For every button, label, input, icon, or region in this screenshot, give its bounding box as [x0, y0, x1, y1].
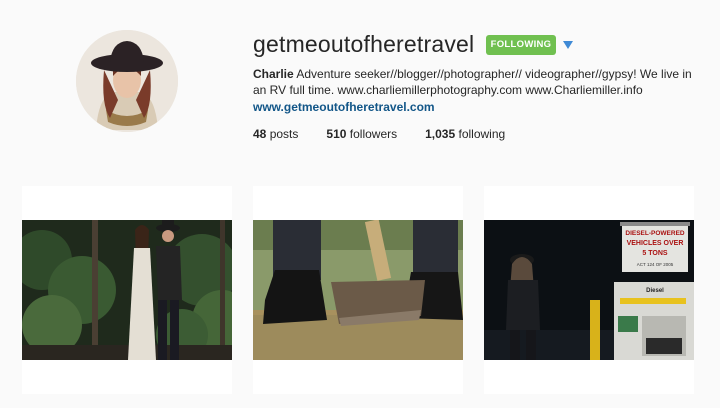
post-image-gas-station: DIESEL-POWERED VEHICLES OVER 5 TONS ACT …: [484, 220, 694, 360]
bio-text: Adventure seeker//blogger//photographer/…: [253, 67, 692, 97]
post-image-axe: [253, 220, 463, 360]
post-tile-1[interactable]: [22, 186, 232, 394]
post-image-couple: [22, 220, 232, 360]
profile-stats: 48 posts 510 followers 1,035 following: [253, 127, 533, 141]
bio-name: Charlie: [253, 67, 294, 81]
sign-line-4: ACT 124 OF 2005: [637, 262, 674, 267]
followers-count: 510: [326, 127, 347, 141]
avatar-image: [76, 30, 178, 132]
following-label: following: [458, 127, 506, 141]
following-count: 1,035: [425, 127, 456, 141]
posts-label: posts: [269, 127, 299, 141]
profile-avatar[interactable]: [76, 30, 178, 132]
post-tile-2[interactable]: [253, 186, 463, 394]
profile-bio: Charlie Adventure seeker//blogger//photo…: [253, 66, 693, 98]
sign-line-3: 5 TONS: [642, 250, 667, 257]
profile-website-link[interactable]: www.getmeoutofheretravel.com: [253, 100, 435, 114]
pump-label: Diesel: [646, 288, 664, 294]
followers-stat[interactable]: 510 followers: [326, 127, 397, 141]
following-stat[interactable]: 1,035 following: [425, 127, 505, 141]
following-button[interactable]: FOLLOWING: [486, 35, 556, 55]
dropdown-caret-icon[interactable]: [563, 41, 573, 49]
profile-username: getmeoutofheretravel: [253, 31, 475, 57]
sign-line-2: VEHICLES OVER: [627, 240, 684, 247]
posts-stat: 48 posts: [253, 127, 298, 141]
posts-count: 48: [253, 127, 267, 141]
sign-line-1: DIESEL-POWERED: [625, 230, 685, 237]
followers-label: followers: [349, 127, 398, 141]
post-tile-3[interactable]: DIESEL-POWERED VEHICLES OVER 5 TONS ACT …: [484, 186, 694, 394]
